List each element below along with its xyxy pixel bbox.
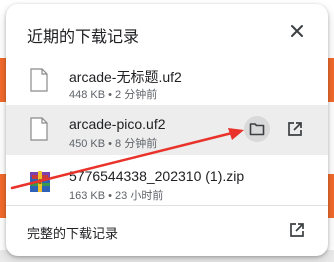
full-history-row[interactable]: 完整的下载记录 [6, 206, 328, 254]
download-filename: 5776544338_202310 (1).zip [69, 168, 245, 184]
download-filename: arcade-无标题.uf2 [69, 69, 182, 85]
full-history-label: 完整的下载记录 [27, 226, 119, 241]
full-history-open-button[interactable] [286, 219, 308, 241]
close-button[interactable] [287, 21, 307, 41]
downloads-panel: 近期的下载记录 arcade-无标题.uf2 448 KB • 2 分钟前 ar… [6, 4, 328, 256]
download-item[interactable]: arcade-pico.uf2 450 KB • 8 分钟前 [6, 105, 328, 155]
download-item[interactable]: 5776544338_202310 (1).zip 163 KB • 23 小时… [6, 157, 328, 207]
open-external-icon [288, 122, 302, 136]
open-external-icon [290, 223, 304, 237]
open-file-button[interactable] [282, 116, 308, 142]
background-accent-stripe [328, 174, 334, 218]
folder-icon [249, 123, 265, 136]
download-meta: 448 KB • 2 分钟前 [69, 89, 158, 101]
close-icon [291, 25, 303, 37]
downloads-title: 近期的下载记录 [27, 29, 140, 46]
show-in-folder-button[interactable] [244, 116, 270, 142]
download-item[interactable]: arcade-无标题.uf2 448 KB • 2 分钟前 [6, 56, 328, 106]
download-meta: 450 KB • 8 分钟前 [69, 138, 158, 150]
download-filename: arcade-pico.uf2 [69, 116, 166, 132]
download-meta: 163 KB • 23 小时前 [69, 190, 164, 202]
file-icon [30, 68, 48, 92]
zip-archive-icon [30, 171, 50, 192]
file-icon [30, 117, 48, 141]
background-accent-stripe [328, 58, 334, 102]
downloads-header: 近期的下载记录 [6, 4, 328, 56]
